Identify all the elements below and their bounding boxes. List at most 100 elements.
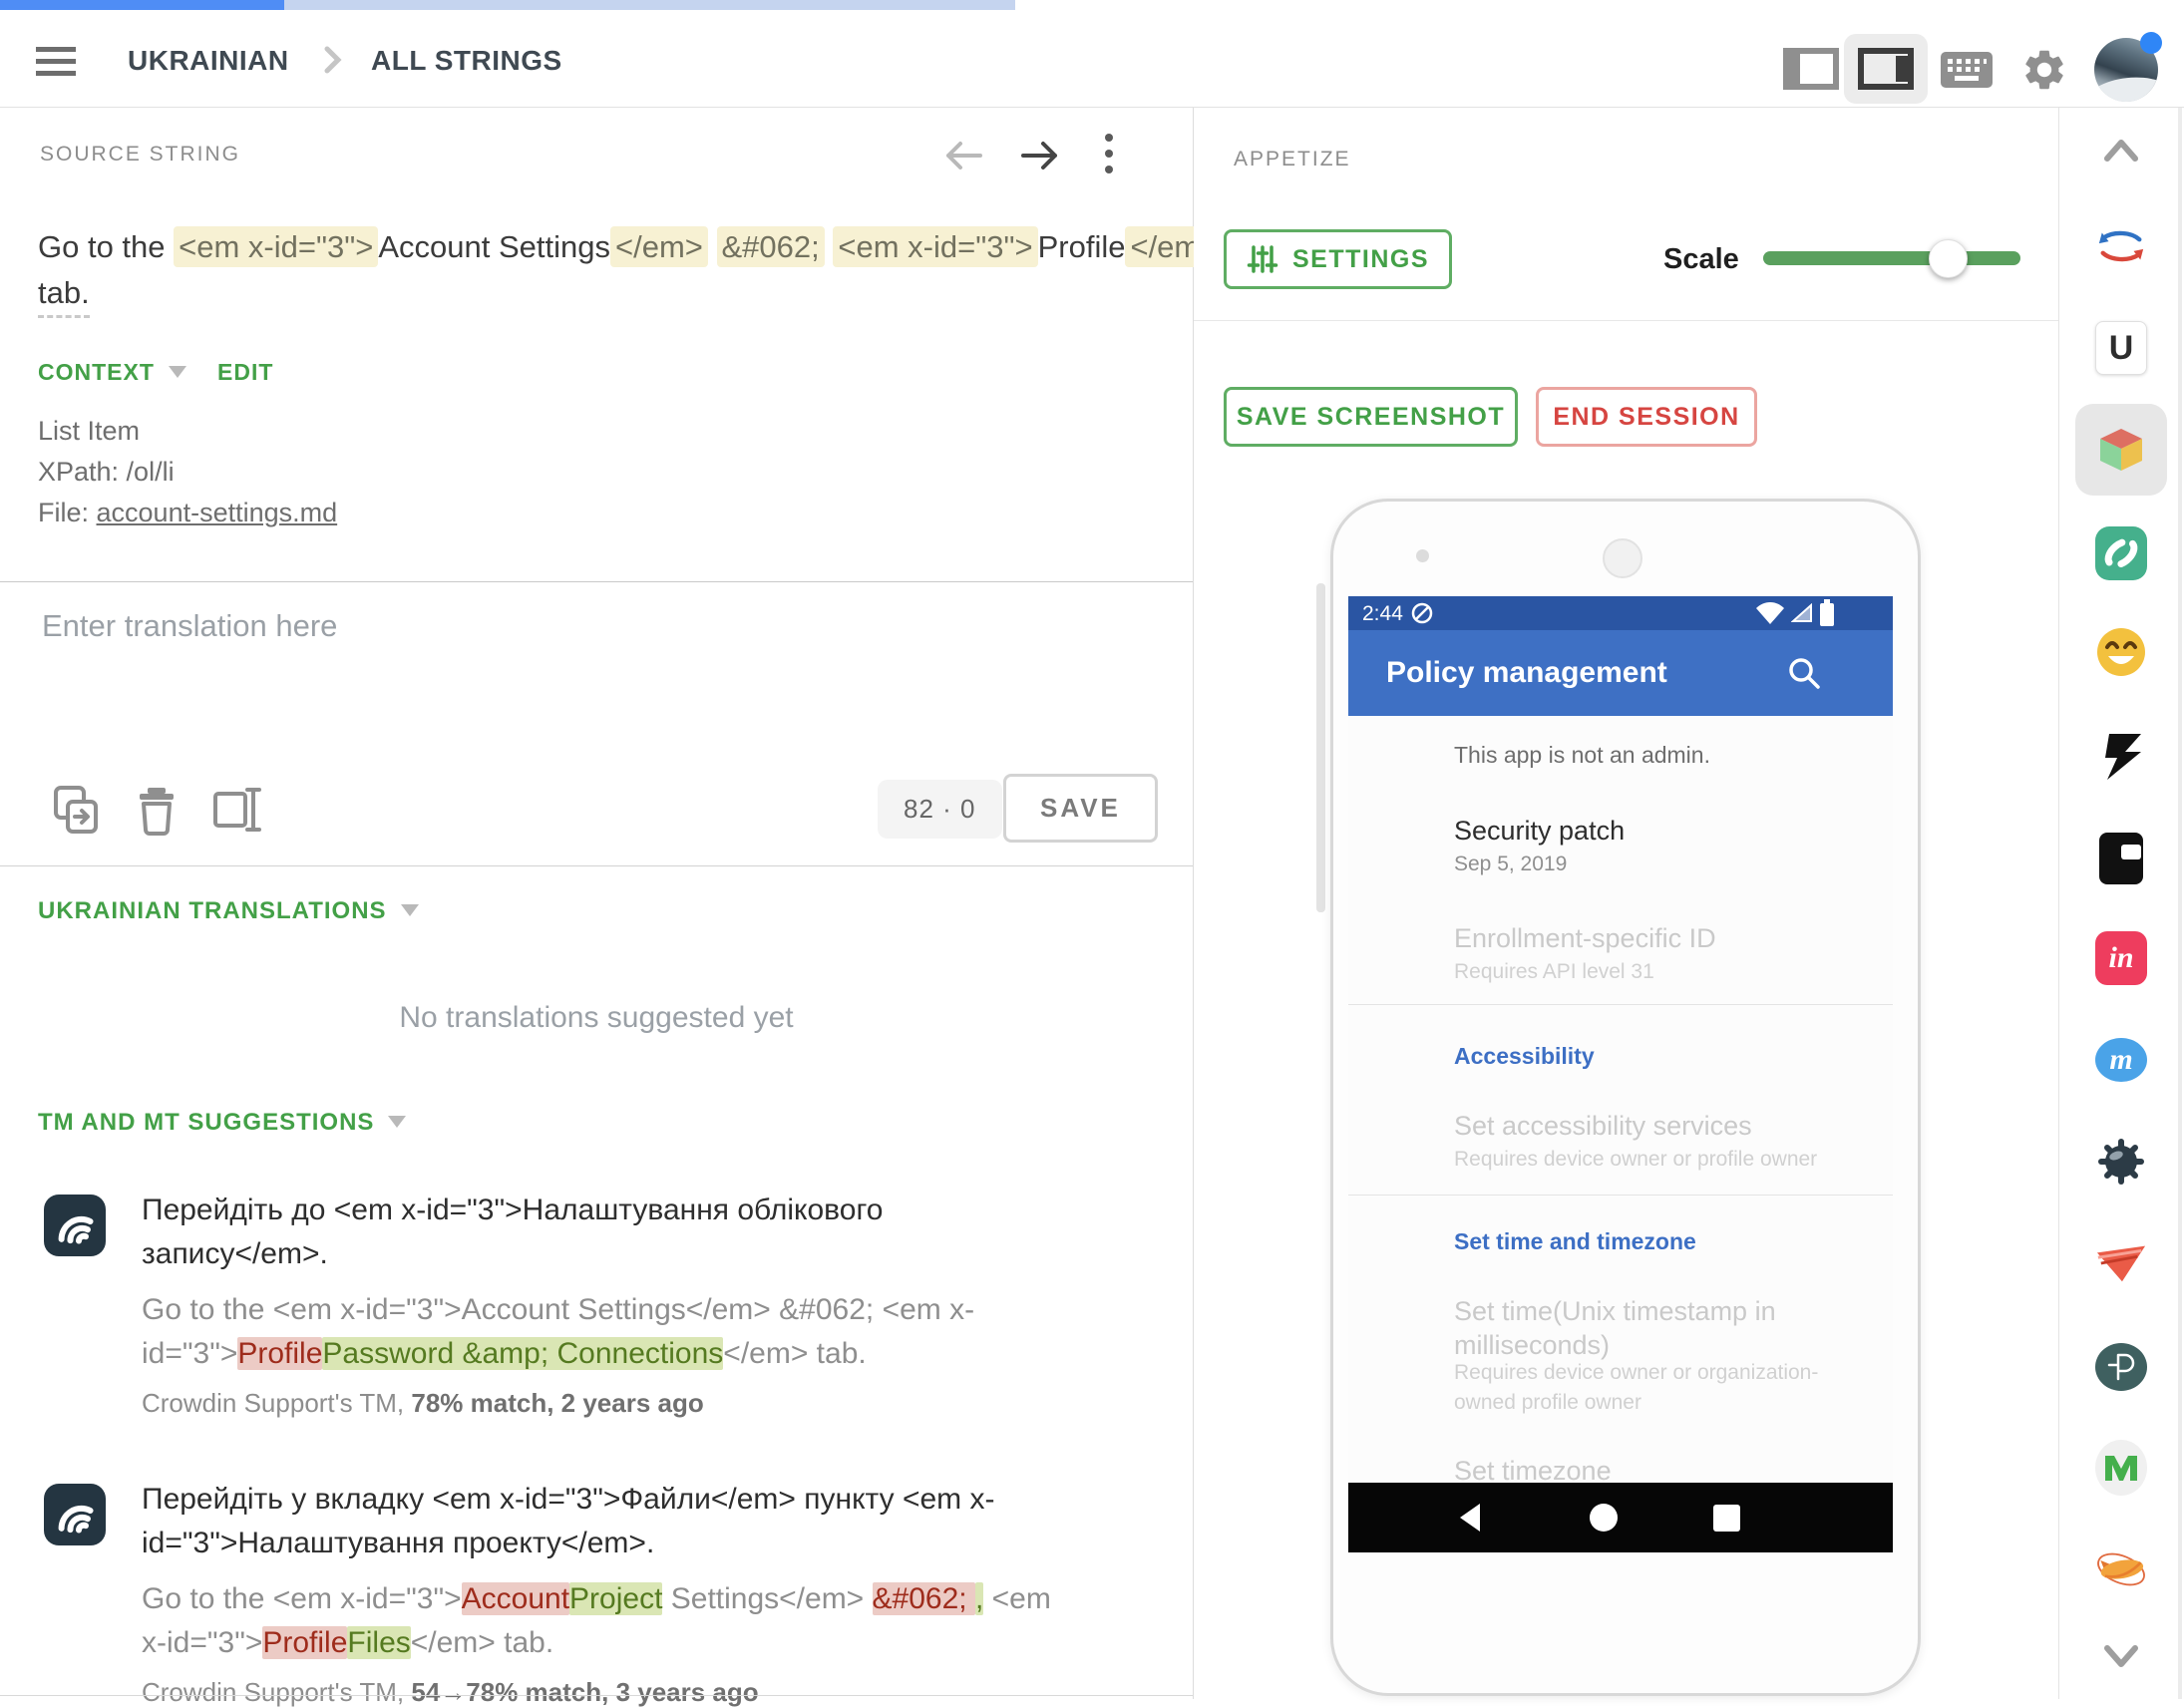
phone-search-icon[interactable] xyxy=(1785,654,1823,692)
suggestion-source-line: Go to the <em x-id="3">AccountProject Se… xyxy=(142,1577,1149,1621)
save-button[interactable]: SAVE xyxy=(1003,774,1158,843)
suggestion-meta: Crowdin Support's TM, 78% match, 2 years… xyxy=(142,1388,1149,1419)
context-label: CONTEXT xyxy=(38,359,155,385)
context-edit-button[interactable]: EDIT xyxy=(217,359,273,386)
scale-slider-track[interactable] xyxy=(1763,251,2020,265)
expand-down-icon[interactable] xyxy=(2095,1631,2147,1683)
sync-icon[interactable] xyxy=(2095,220,2147,272)
phone-item-title[interactable]: Security patch xyxy=(1454,814,1877,848)
suggestion-target-line: id="3">Налаштування проекту</em>. xyxy=(142,1522,1149,1565)
context-file-prefix: File: xyxy=(38,498,97,527)
tune-icon xyxy=(1247,243,1278,275)
breadcrumb-language[interactable]: UKRAINIAN xyxy=(128,45,289,77)
device-camera-dot xyxy=(1416,549,1429,562)
context-file-row: File: account-settings.md xyxy=(38,493,337,533)
context-toggle[interactable]: CONTEXT xyxy=(38,359,186,386)
context-xpath: XPath: /ol/li xyxy=(38,452,175,493)
phone-section-header: Accessibility xyxy=(1454,1043,1595,1070)
tm-source-icon xyxy=(44,1195,106,1256)
suggestion-source-line: Go to the <em x-id="3">Account Settings<… xyxy=(142,1288,1149,1332)
hamburger-menu-icon[interactable] xyxy=(36,47,76,77)
layers-icon[interactable] xyxy=(2095,1237,2147,1289)
tm-source-icon xyxy=(44,1484,106,1545)
lightning-icon[interactable] xyxy=(2095,731,2147,783)
phone-app-title: Policy management xyxy=(1386,656,1667,690)
cell-signal-icon xyxy=(1791,603,1813,623)
window-scrollbar[interactable] xyxy=(2178,108,2182,1699)
collapse-up-icon[interactable] xyxy=(2095,124,2147,175)
source-string-line2: tab. xyxy=(38,270,90,316)
phone-section-header: Set time and timezone xyxy=(1454,1228,1696,1255)
next-string-icon[interactable] xyxy=(1017,136,1063,175)
length-counter: 82 · 0 xyxy=(878,780,1002,839)
loop-icon[interactable] xyxy=(2095,527,2147,579)
suggestion-source-line: x-id="3">ProfileFiles</em> tab. xyxy=(142,1621,1149,1665)
phone-item-subtitle-disabled: Requires device owner or profile owner xyxy=(1454,1145,1877,1175)
phone-app-bar: Policy management xyxy=(1348,630,1893,716)
progress-bar-translated xyxy=(0,0,284,10)
appetize-cube-icon[interactable] xyxy=(2095,424,2147,476)
battery-icon xyxy=(1819,599,1835,627)
scale-label: Scale xyxy=(1663,243,1739,276)
proto-p-icon[interactable] xyxy=(2095,1341,2147,1393)
phone-nav-bar xyxy=(1348,1483,1893,1552)
suggestions-section-toggle[interactable]: TM AND MT SUGGESTIONS xyxy=(38,1109,406,1137)
phone-admin-note: This app is not an admin. xyxy=(1454,742,1710,769)
translation-input[interactable] xyxy=(40,606,1151,750)
tm-suggestion-item[interactable]: Перейдіть у вкладку <em x-id="3">Файли</… xyxy=(142,1478,1149,1708)
data-saver-icon xyxy=(1410,601,1434,625)
suggestion-meta: Crowdin Support's TM, 54→78% match, 3 ye… xyxy=(142,1677,1149,1708)
wifi-icon xyxy=(1755,601,1785,625)
context-type: List Item xyxy=(38,411,140,452)
more-options-kebab-icon[interactable] xyxy=(1105,134,1113,173)
suggestion-target-line: Перейдіть у вкладку <em x-id="3">Файли</… xyxy=(142,1478,1149,1522)
suggestion-source-line: id="3">ProfilePassword &amp; Connections… xyxy=(142,1332,1149,1376)
android-home-button[interactable] xyxy=(1590,1504,1618,1532)
appetize-label: APPETIZE xyxy=(1234,148,1351,171)
top-header: UKRAINIAN ALL STRINGS xyxy=(0,10,2184,108)
breadcrumb-section[interactable]: ALL STRINGS xyxy=(371,45,562,77)
phone-item-subtitle-disabled: Requires device owner or organization-ow… xyxy=(1454,1358,1877,1418)
context-file-link[interactable]: account-settings.md xyxy=(97,498,338,527)
scale-slider-thumb[interactable] xyxy=(1929,239,1968,278)
u-card-icon[interactable]: U xyxy=(2095,322,2147,374)
translations-section-toggle[interactable]: UKRAINIAN TRANSLATIONS xyxy=(38,897,419,925)
phone-item-subtitle-disabled: Requires API level 31 xyxy=(1454,957,1877,987)
notebook-icon[interactable] xyxy=(2095,833,2147,884)
marvel-icon[interactable]: m xyxy=(2095,1034,2147,1086)
appetize-settings-button[interactable]: SETTINGS xyxy=(1224,229,1452,289)
text-selection-button[interactable] xyxy=(211,784,267,836)
phone-item-title-disabled: Set accessibility services xyxy=(1454,1109,1877,1143)
settings-button-label: SETTINGS xyxy=(1292,245,1429,274)
source-string-label: SOURCE STRING xyxy=(40,143,240,167)
translations-header: UKRAINIAN TRANSLATIONS xyxy=(38,897,387,924)
zeppelin-icon[interactable] xyxy=(2095,1543,2147,1595)
suggestions-collapse-icon xyxy=(388,1116,406,1128)
panel-scrollbar[interactable] xyxy=(1316,583,1325,912)
keyboard-shortcuts-icon[interactable] xyxy=(1941,52,1993,88)
phone-clock: 2:44 xyxy=(1362,602,1403,626)
android-back-button[interactable] xyxy=(1458,1502,1482,1534)
android-recents-button[interactable] xyxy=(1713,1505,1740,1532)
settings-gear-icon[interactable] xyxy=(2020,46,2068,94)
phone-status-bar: 2:44 xyxy=(1348,596,1893,630)
smiley-icon[interactable] xyxy=(2095,626,2147,678)
previous-string-icon[interactable] xyxy=(940,136,986,175)
clear-translation-button[interactable] xyxy=(134,784,180,836)
source-string-line1: Go to the <em x-id="3">Account Settings<… xyxy=(38,224,1223,270)
phone-item-subtitle: Sep 5, 2019 xyxy=(1454,850,1877,879)
layout-comfortable-icon[interactable] xyxy=(1858,48,1914,90)
online-status-badge xyxy=(2140,32,2162,54)
layout-side-by-side-icon[interactable] xyxy=(1783,48,1839,90)
end-session-button[interactable]: END SESSION xyxy=(1536,387,1757,447)
medium-icon[interactable] xyxy=(2095,1442,2147,1494)
tm-suggestion-item[interactable]: Перейдіть до <em x-id="3">Налаштування о… xyxy=(142,1189,1149,1419)
copy-source-button[interactable] xyxy=(52,784,102,836)
mine-icon[interactable] xyxy=(2095,1136,2147,1188)
invision-icon[interactable]: in xyxy=(2095,932,2147,984)
suggestion-target-line: запису</em>. xyxy=(142,1232,1149,1276)
device-speaker xyxy=(1603,538,1642,578)
context-collapse-icon xyxy=(169,366,186,378)
save-screenshot-button[interactable]: SAVE SCREENSHOT xyxy=(1224,387,1518,447)
suggestion-target-line: Перейдіть до <em x-id="3">Налаштування о… xyxy=(142,1189,1149,1232)
